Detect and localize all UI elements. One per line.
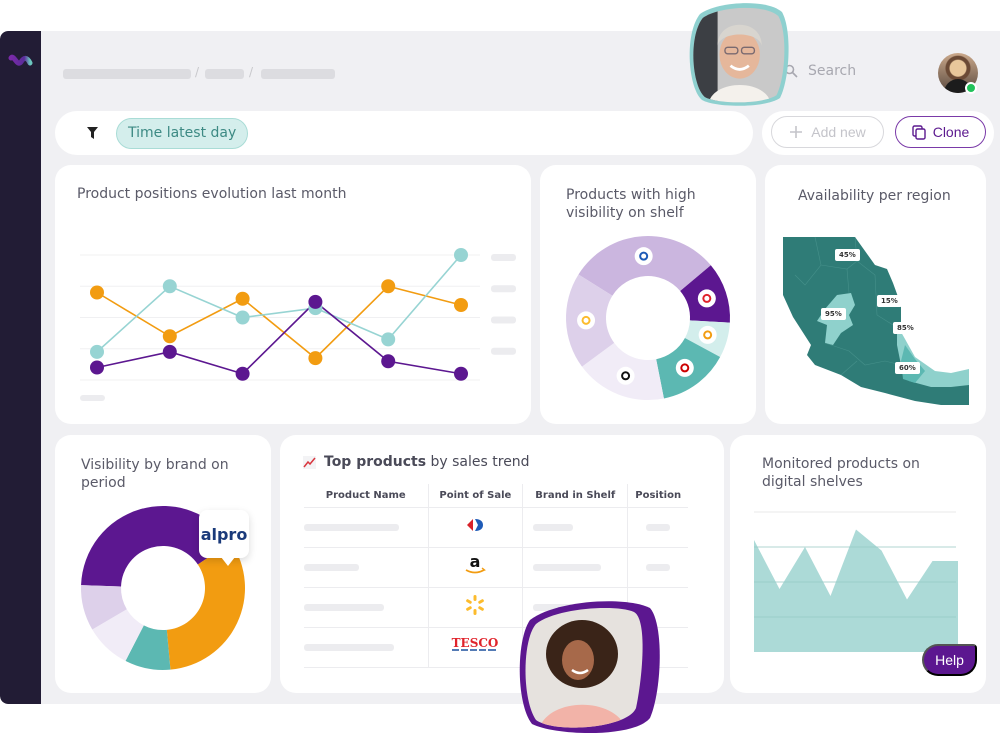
y-tick-label-placeholder bbox=[491, 254, 516, 261]
filter-icon[interactable] bbox=[87, 127, 98, 139]
brand-placeholder bbox=[533, 563, 602, 571]
plus-icon bbox=[790, 126, 803, 138]
table-row[interactable] bbox=[304, 507, 688, 548]
y-tick-label-placeholder bbox=[491, 285, 516, 293]
data-point-orange bbox=[454, 298, 468, 312]
product-name-placeholder bbox=[304, 523, 399, 531]
data-point-purple bbox=[308, 294, 323, 309]
target-logo-icon bbox=[675, 358, 694, 377]
data-point-orange bbox=[90, 285, 104, 300]
data-point-light-teal bbox=[454, 248, 468, 262]
product-name-placeholder bbox=[304, 643, 394, 651]
card-product-positions: Product positions evolution last month bbox=[55, 165, 531, 424]
other-retailer-logo-icon bbox=[698, 325, 717, 344]
alpro-logo-icon: alpro bbox=[200, 524, 248, 544]
data-point-purple bbox=[235, 366, 250, 381]
amazon-logo-icon bbox=[616, 366, 635, 385]
add-new-label: Add new bbox=[811, 124, 866, 140]
testimonial-photo bbox=[689, 3, 789, 106]
table-row[interactable]: a bbox=[304, 547, 688, 588]
data-point-orange bbox=[235, 291, 250, 306]
data-point-light-teal bbox=[381, 332, 396, 347]
walmart-logo-icon bbox=[466, 595, 485, 615]
tesco-logo-icon bbox=[697, 289, 716, 308]
card-high-visibility: Products with high visibility on shelf bbox=[540, 165, 756, 424]
map-label: 60% bbox=[895, 362, 920, 374]
breadcrumb-separator: / bbox=[249, 65, 254, 79]
x-tick-label-placeholder bbox=[80, 395, 105, 401]
breadcrumb-separator: / bbox=[195, 65, 200, 79]
high-visibility-donut-chart bbox=[566, 236, 730, 400]
data-point-purple bbox=[162, 344, 177, 359]
add-new-button[interactable]: Add new bbox=[771, 116, 884, 148]
map-label: 95% bbox=[821, 308, 846, 320]
column-header[interactable]: Brand in Shelf bbox=[522, 484, 628, 508]
help-button[interactable]: Help bbox=[922, 644, 977, 676]
ws-logo-icon[interactable] bbox=[8, 53, 34, 69]
card-visibility-brand: Visibility by brand on period bbox=[55, 435, 271, 693]
amazon-logo-icon: a bbox=[465, 552, 487, 574]
data-point-orange bbox=[308, 351, 323, 366]
position-placeholder bbox=[646, 563, 671, 571]
product-name-placeholder bbox=[304, 563, 359, 571]
search-input[interactable]: Search bbox=[808, 63, 856, 79]
positions-line-chart bbox=[80, 248, 516, 401]
position-placeholder bbox=[646, 523, 671, 531]
brand-placeholder bbox=[533, 523, 574, 531]
tesco-logo-icon: TESCO bbox=[452, 636, 499, 651]
card-title-rest: by sales trend bbox=[430, 454, 530, 470]
y-tick-label-placeholder bbox=[491, 347, 516, 355]
map-label: 45% bbox=[835, 249, 860, 261]
data-point-light-teal bbox=[90, 344, 104, 359]
action-bar: Add new Clone bbox=[762, 111, 994, 155]
series-line-orange bbox=[96, 285, 462, 360]
breadcrumb-item[interactable] bbox=[205, 69, 244, 79]
data-point-orange bbox=[162, 329, 177, 344]
clone-button[interactable]: Clone bbox=[895, 116, 986, 148]
y-tick-label-placeholder bbox=[491, 316, 516, 324]
map-label: 15% bbox=[877, 295, 902, 307]
data-point-light-teal bbox=[162, 279, 177, 294]
carrefour-logo-icon bbox=[634, 247, 653, 266]
data-point-purple bbox=[454, 366, 468, 381]
search-box[interactable]: Search bbox=[784, 63, 856, 79]
clone-label: Clone bbox=[932, 124, 970, 140]
breadcrumb-item[interactable] bbox=[63, 69, 191, 79]
card-title-bold: Top products bbox=[324, 454, 427, 470]
area-series bbox=[754, 529, 958, 652]
sidebar bbox=[0, 31, 41, 704]
filter-chip-time[interactable]: Time latest day bbox=[116, 118, 249, 149]
carrefour-logo-icon bbox=[467, 519, 484, 531]
walmart-logo-icon bbox=[577, 311, 596, 330]
data-point-purple bbox=[381, 354, 396, 369]
online-status-indicator bbox=[965, 82, 977, 94]
data-point-light-teal bbox=[235, 310, 250, 325]
column-header[interactable]: Position bbox=[627, 484, 688, 508]
column-header[interactable]: Point of Sale bbox=[427, 484, 523, 508]
svg-text:a: a bbox=[470, 554, 481, 571]
product-name-placeholder bbox=[304, 603, 384, 611]
card-availability-region: Availability per region 45% 15% 95% 85% … bbox=[765, 165, 986, 424]
svg-text:TESCO: TESCO bbox=[452, 636, 499, 650]
filter-bar: Time latest day bbox=[55, 111, 753, 155]
data-point-purple bbox=[90, 360, 104, 375]
brand-tooltip-alpro: alpro bbox=[199, 510, 249, 566]
copy-icon bbox=[912, 124, 926, 140]
data-point-orange bbox=[381, 279, 396, 294]
testimonial-photo bbox=[519, 601, 660, 734]
region-map bbox=[783, 236, 969, 405]
trend-chart-icon bbox=[303, 455, 316, 469]
breadcrumb-item[interactable] bbox=[261, 69, 335, 79]
brand-visibility-donut-chart bbox=[81, 506, 245, 670]
map-label: 85% bbox=[893, 322, 918, 334]
column-header[interactable]: Product Name bbox=[304, 484, 429, 508]
